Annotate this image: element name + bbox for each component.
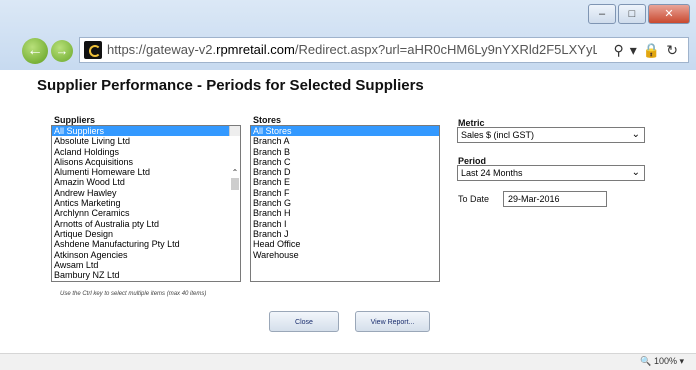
zoom-level: 100%: [653, 356, 677, 366]
list-item[interactable]: Awsam Ltd: [52, 260, 229, 270]
url-text: https://gateway-v2.rpmretail.com/Redirec…: [107, 38, 597, 62]
todate-label: To Date: [458, 194, 490, 204]
address-bar-icons: ⚲▾🔒↻: [614, 38, 684, 62]
suppliers-scrollbar[interactable]: ⌃ ⌄: [229, 126, 240, 190]
period-select[interactable]: Last 24 Months ⌄: [457, 165, 645, 181]
todate-input[interactable]: 29-Mar-2016: [503, 191, 607, 207]
suppliers-listbox[interactable]: ⌃ ⌄ All SuppliersAbsolute Living LtdAcla…: [51, 125, 241, 282]
page-content: Supplier Performance - Periods for Selec…: [0, 70, 696, 353]
refresh-icon[interactable]: ↻: [666, 42, 684, 58]
list-item[interactable]: Branch D: [251, 167, 439, 177]
list-item[interactable]: Alisons Acquisitions: [52, 157, 229, 167]
period-value: Last 24 Months: [461, 168, 523, 178]
zoom-icon: 🔍: [640, 356, 652, 366]
list-item[interactable]: Branch E: [251, 177, 439, 187]
scroll-up-icon[interactable]: ⌃: [230, 168, 240, 178]
metric-select[interactable]: Sales $ (incl GST) ⌄: [457, 127, 645, 143]
window-controls: – □ ✕: [586, 4, 690, 24]
list-item[interactable]: Andrew Hawley: [52, 188, 229, 198]
browser-chrome: – □ ✕ ← → https://gateway-v2.rpmretail.c…: [0, 0, 696, 70]
list-item[interactable]: Branch C: [251, 157, 439, 167]
list-item[interactable]: Branch B: [251, 147, 439, 157]
list-item[interactable]: Branch I: [251, 219, 439, 229]
url-prefix: https://gateway-v2.: [107, 42, 217, 57]
status-bar: 🔍 100% ▾: [0, 353, 696, 370]
view-report-button[interactable]: View Report...: [355, 311, 430, 332]
list-item[interactable]: Arnotts of Australia pty Ltd: [52, 219, 229, 229]
scroll-thumb[interactable]: [231, 178, 239, 190]
list-item[interactable]: Alumenti Homeware Ltd: [52, 167, 229, 177]
search-icon[interactable]: ⚲: [614, 42, 630, 58]
forward-icon[interactable]: →: [51, 40, 73, 62]
dropdown-icon[interactable]: ▾: [630, 42, 643, 58]
list-item[interactable]: Archlynn Ceramics: [52, 208, 229, 218]
suppliers-label: Suppliers: [54, 115, 96, 125]
list-item[interactable]: Amazin Wood Ltd: [52, 177, 229, 187]
lock-icon[interactable]: 🔒: [643, 42, 666, 58]
list-item[interactable]: Antics Marketing: [52, 198, 229, 208]
address-bar[interactable]: https://gateway-v2.rpmretail.com/Redirec…: [79, 37, 689, 63]
list-item[interactable]: Branch H: [251, 208, 439, 218]
list-item[interactable]: Warehouse: [251, 250, 439, 260]
url-rest: /Redirect.aspx?url=aHR0cHM6Ly9nYXRld2F5L…: [294, 42, 597, 57]
list-item[interactable]: Ashdene Manufacturing Pty Ltd: [52, 239, 229, 249]
list-item[interactable]: Atkinson Agencies: [52, 250, 229, 260]
chevron-down-icon: ⌄: [631, 129, 640, 140]
list-item[interactable]: All Stores: [251, 126, 439, 137]
multi-select-hint: Use the Ctrl key to select multiple item…: [60, 291, 207, 297]
site-favicon-icon: [84, 41, 102, 59]
back-icon[interactable]: ←: [22, 38, 48, 64]
list-item[interactable]: All Suppliers: [52, 126, 229, 137]
list-item[interactable]: Bambury NZ Ltd: [52, 270, 229, 280]
stores-label: Stores: [253, 115, 282, 125]
list-item[interactable]: Artique Design: [52, 229, 229, 239]
zoom-control[interactable]: 🔍 100% ▾: [640, 356, 684, 367]
list-item[interactable]: Head Office: [251, 239, 439, 249]
stores-listbox[interactable]: All Stores Branch A Branch B Branch C Branch…: [250, 125, 440, 282]
url-domain: rpmretail.com: [216, 42, 295, 57]
list-item[interactable]: Branch J: [251, 229, 439, 239]
close-button[interactable]: Close: [269, 311, 339, 332]
page-title: Supplier Performance - Periods for Selec…: [37, 77, 424, 94]
minimize-icon[interactable]: –: [588, 4, 616, 24]
list-item[interactable]: Branch A: [251, 136, 439, 146]
list-item[interactable]: Acland Holdings: [52, 147, 229, 157]
list-item[interactable]: Branch G: [251, 198, 439, 208]
list-item[interactable]: Branch F: [251, 188, 439, 198]
maximize-icon[interactable]: □: [618, 4, 646, 24]
chevron-down-icon: ⌄: [631, 167, 640, 178]
list-item[interactable]: Absolute Living Ltd: [52, 136, 229, 146]
close-window-icon[interactable]: ✕: [648, 4, 690, 24]
metric-value: Sales $ (incl GST): [461, 130, 535, 140]
